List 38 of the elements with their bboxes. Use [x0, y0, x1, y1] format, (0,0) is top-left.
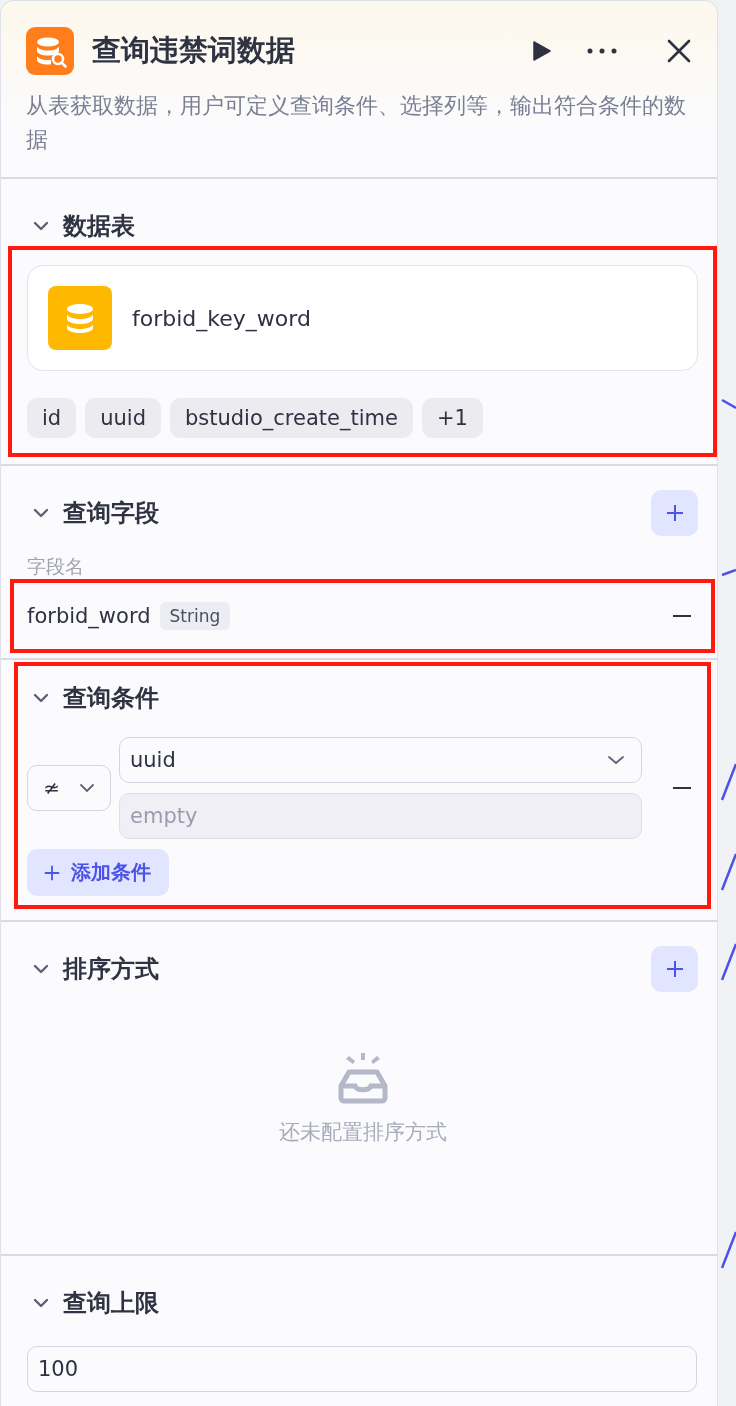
- plus-icon: [43, 863, 61, 882]
- field-select[interactable]: uuid: [119, 737, 642, 783]
- operator-select[interactable]: ≄: [27, 765, 111, 811]
- type-tag: String: [159, 602, 231, 630]
- chevron-down-icon[interactable]: [33, 508, 49, 518]
- remove-icon[interactable]: [672, 614, 692, 618]
- chevron-down-icon[interactable]: [33, 693, 49, 703]
- add-condition-button[interactable]: 添加条件: [27, 849, 169, 896]
- section-title: 排序方式: [63, 954, 160, 985]
- section-title: 查询上限: [63, 1288, 160, 1319]
- database-search-icon: [26, 27, 74, 75]
- node-title: 查询违禁词数据: [92, 32, 296, 69]
- column-header: 字段名: [27, 554, 85, 579]
- chevron-down-icon[interactable]: [33, 221, 49, 231]
- section-title: 查询字段: [63, 498, 160, 529]
- plus-icon: [664, 503, 685, 523]
- column-tag: +1: [421, 398, 483, 438]
- close-icon[interactable]: [667, 39, 691, 63]
- add-button[interactable]: [651, 946, 698, 992]
- chevron-down-icon: [607, 755, 625, 765]
- section-title: 数据表: [63, 211, 136, 242]
- more-icon[interactable]: [587, 48, 617, 54]
- chevron-down-icon: [78, 783, 95, 793]
- column-tag: uuid: [85, 398, 161, 438]
- plus-icon: [664, 959, 685, 979]
- limit-input[interactable]: 100: [27, 1346, 697, 1392]
- column-tag: id: [27, 398, 77, 438]
- column-tag: bstudio_create_time: [169, 398, 413, 438]
- add-button[interactable]: [651, 490, 698, 536]
- database-icon: [48, 286, 112, 350]
- chevron-down-icon[interactable]: [33, 1298, 49, 1308]
- table-card[interactable]: forbid_key_word: [27, 265, 698, 371]
- node-description: 从表获取数据，用户可定义查询条件、选择列等，输出符合条件的数据: [26, 92, 687, 154]
- field-name: forbid_word: [27, 604, 151, 628]
- section-title: 查询条件: [63, 683, 160, 714]
- chevron-down-icon[interactable]: [33, 964, 49, 974]
- remove-icon[interactable]: [672, 786, 692, 790]
- empty-message: 还未配置排序方式: [278, 1119, 447, 1146]
